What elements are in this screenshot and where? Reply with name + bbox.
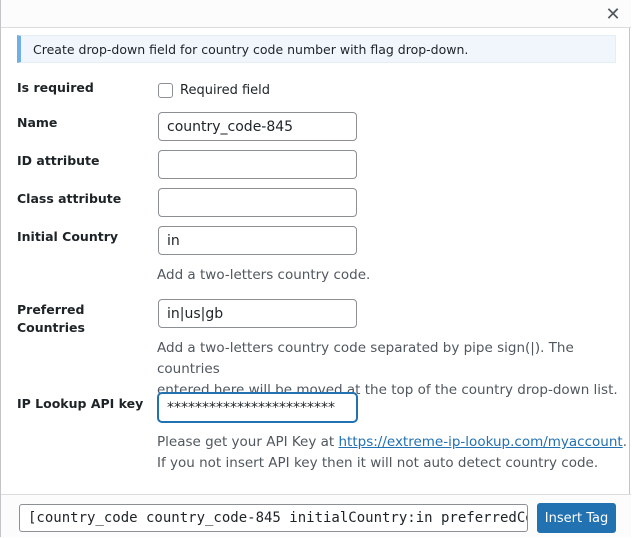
preferred-countries-label-line1: Preferred [17, 302, 85, 317]
required-field-checkbox[interactable] [158, 83, 173, 98]
initial-country-input[interactable] [158, 226, 357, 255]
ip-lookup-description-prefix: Please get your API Key at [157, 434, 339, 450]
close-icon: ✕ [605, 3, 621, 25]
ip-lookup-description-line1: Please get your API Key at https://extre… [157, 432, 627, 453]
dialog-titlebar: ✕ [1, 0, 631, 28]
initial-country-description: Add a two-letters country code. [157, 267, 371, 283]
ip-lookup-label: IP Lookup API key [17, 396, 144, 411]
class-attribute-input[interactable] [158, 188, 357, 217]
tag-code-input[interactable]: [country_code country_code-845 initialCo… [19, 504, 528, 532]
tag-generator-dialog: ✕ Create drop-down field for country cod… [0, 0, 631, 537]
preferred-countries-input[interactable] [158, 299, 357, 328]
preferred-countries-label-line2: Countries [17, 320, 85, 335]
close-button[interactable]: ✕ [603, 3, 623, 25]
id-attribute-input[interactable] [158, 150, 357, 179]
ip-lookup-description-line2: If you not insert API key then it will n… [157, 455, 599, 471]
extreme-ip-lookup-link[interactable]: https://extreme-ip-lookup.com/myaccount [338, 434, 622, 450]
name-input[interactable] [158, 112, 357, 141]
ip-lookup-description-suffix: . [622, 434, 627, 450]
required-field-checkbox-label[interactable]: Required field [180, 82, 270, 100]
preferred-countries-description-line1: Add a two-letters country code separated… [157, 340, 574, 377]
ip-lookup-api-key-input[interactable] [158, 393, 357, 422]
preferred-countries-description: Add a two-letters country code separated… [157, 338, 629, 401]
class-attribute-label: Class attribute [17, 191, 122, 206]
notice-text: Create drop-down field for country code … [33, 41, 469, 57]
preferred-countries-label: Preferred Countries [17, 301, 85, 337]
info-notice: Create drop-down field for country code … [17, 35, 616, 63]
name-label: Name [17, 115, 58, 130]
insert-tag-button[interactable]: Insert Tag [537, 503, 616, 533]
initial-country-label: Initial Country [17, 229, 119, 244]
is-required-label: Is required [17, 80, 94, 95]
id-attribute-label: ID attribute [17, 153, 100, 168]
ip-lookup-description: Please get your API Key at https://extre… [157, 432, 627, 474]
